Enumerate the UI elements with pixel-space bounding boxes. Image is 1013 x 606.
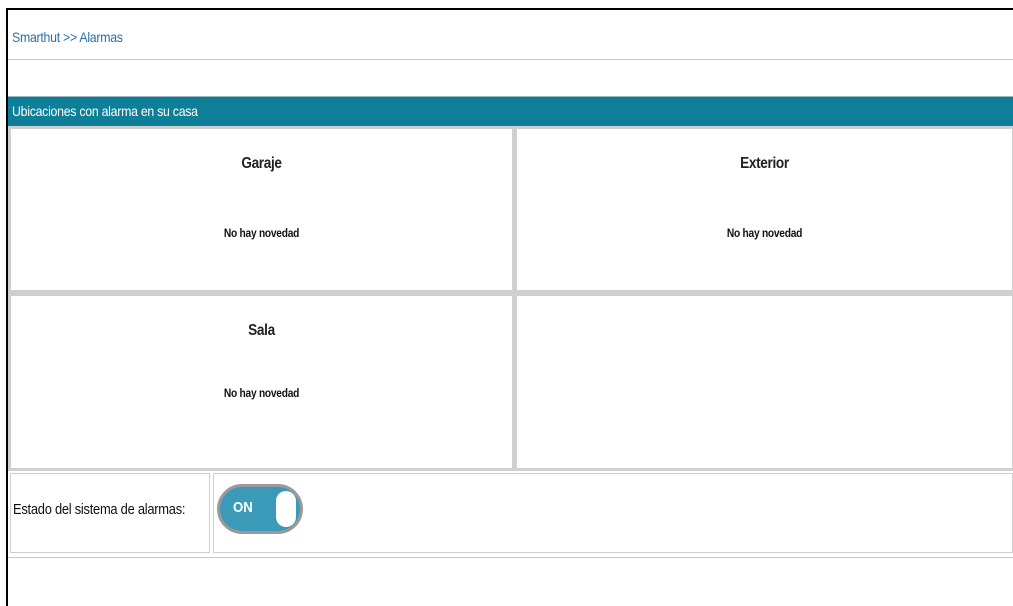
location-card-empty [516, 295, 1013, 469]
alarm-page: Smarthut >> Alarmas Ubicaciones con alar… [6, 8, 1013, 606]
location-status: No hay novedad [726, 226, 803, 240]
alarm-status-row: Estado del sistema de alarmas: ON [8, 470, 1013, 558]
location-status: No hay novedad [223, 226, 300, 240]
location-card-exterior: Exterior No hay novedad [516, 128, 1013, 291]
location-name: Sala [248, 322, 275, 339]
alarm-system-toggle[interactable]: ON [217, 484, 303, 534]
breadcrumb-bar: Smarthut >> Alarmas [8, 20, 1013, 60]
location-name: Garaje [241, 155, 282, 172]
section-title: Ubicaciones con alarma en su casa [12, 103, 198, 119]
alarm-status-label-cell: Estado del sistema de alarmas: [10, 473, 210, 553]
location-card-garaje: Garaje No hay novedad [10, 128, 513, 291]
section-header: Ubicaciones con alarma en su casa [8, 96, 1013, 126]
breadcrumb[interactable]: Smarthut >> Alarmas [12, 29, 123, 45]
divider [8, 557, 1013, 558]
locations-grid: Garaje No hay novedad Exterior No hay no… [8, 126, 1013, 470]
location-name: Exterior [740, 155, 789, 172]
toggle-state-label: ON [233, 499, 253, 516]
alarm-status-toggle-cell: ON [213, 473, 1013, 553]
location-status: No hay novedad [223, 386, 300, 400]
toggle-knob [276, 491, 296, 527]
location-card-sala: Sala No hay novedad [10, 295, 513, 469]
alarm-status-label: Estado del sistema de alarmas: [13, 501, 186, 518]
